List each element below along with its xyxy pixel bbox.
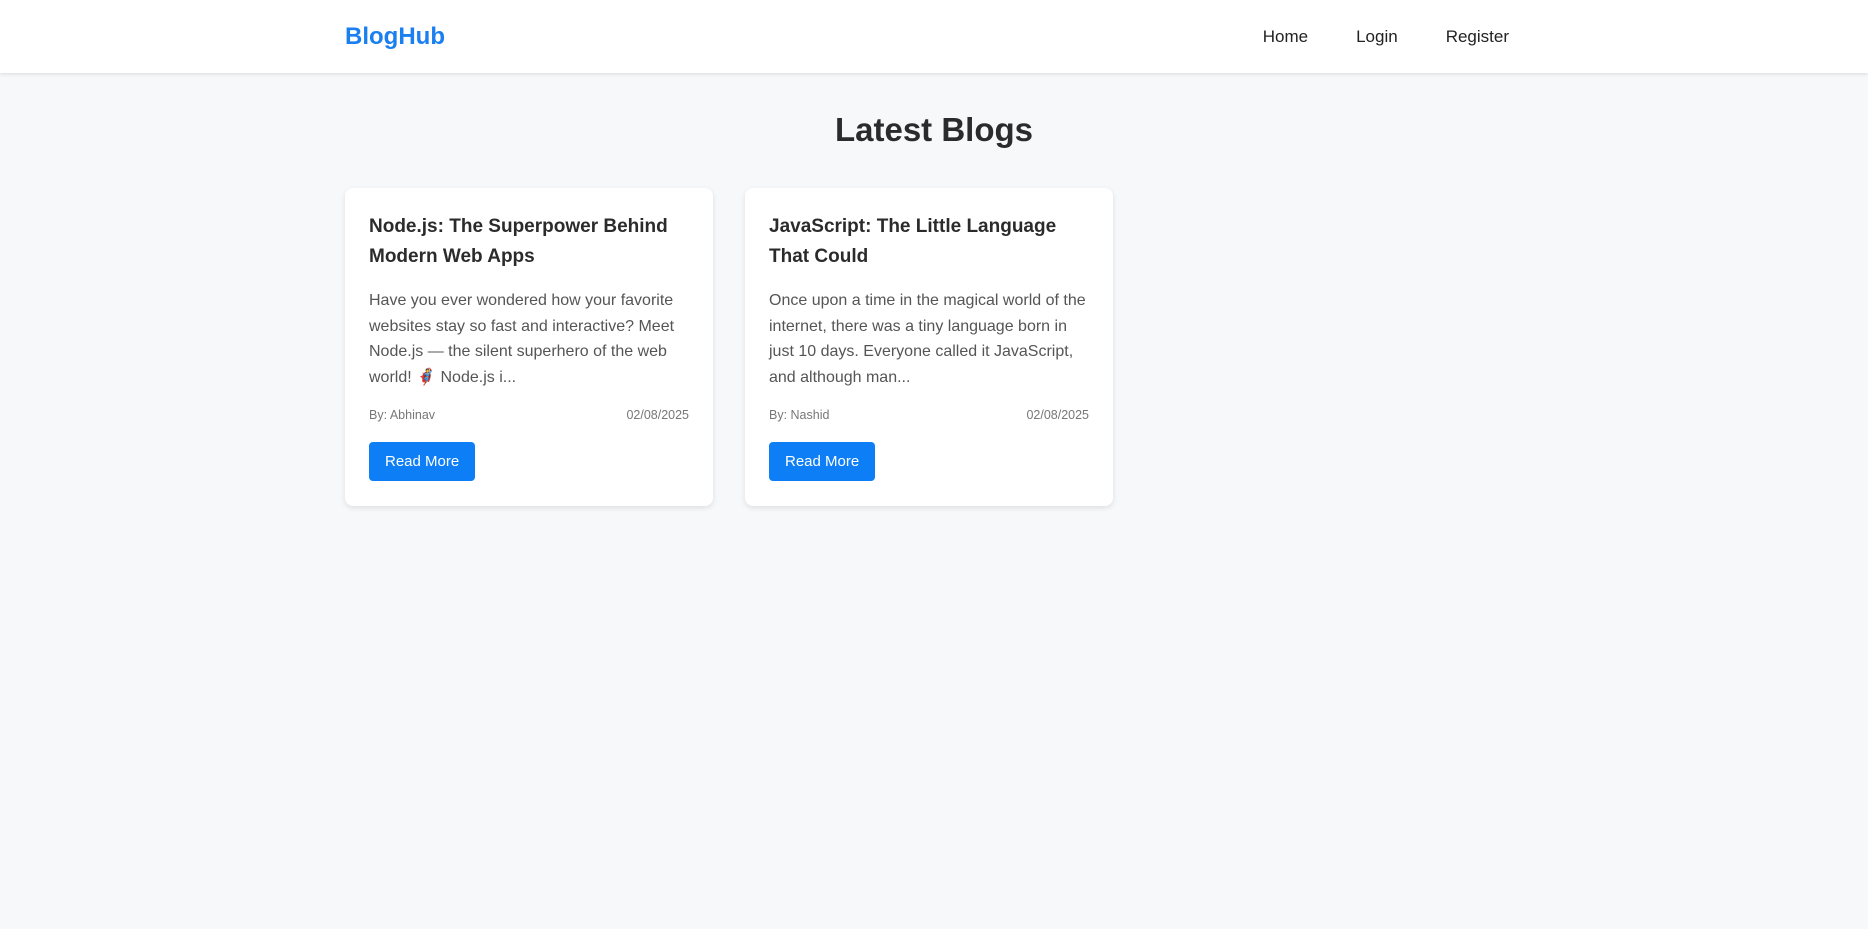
nav-link-register[interactable]: Register [1446, 27, 1509, 47]
blog-card-excerpt: Have you ever wondered how your favorite… [369, 292, 675, 386]
navbar: BlogHub Home Login Register [0, 0, 1868, 73]
blog-card-meta: By: Nashid 02/08/2025 [769, 408, 1089, 422]
blog-grid: Node.js: The Superpower Behind Modern We… [345, 188, 1113, 506]
blog-card: Node.js: The Superpower Behind Modern We… [345, 188, 713, 506]
read-more-button[interactable]: Read More [369, 442, 476, 481]
blog-card-title: JavaScript: The Little Language That Cou… [769, 216, 1057, 267]
main-content: Latest Blogs Node.js: The Superpower Beh… [0, 111, 1868, 506]
blog-card-author: By: Abhinav [369, 408, 436, 422]
nav-link-login[interactable]: Login [1356, 27, 1398, 47]
blog-card-date: 02/08/2025 [1026, 408, 1089, 422]
nav-link-home[interactable]: Home [1263, 27, 1308, 47]
blog-card-date: 02/08/2025 [626, 408, 689, 422]
blog-card-excerpt: Once upon a time in the magical world of… [769, 292, 1086, 386]
blog-card-author: By: Nashid [769, 408, 830, 422]
page-title: Latest Blogs [834, 111, 1034, 148]
navbar-inner: BlogHub Home Login Register [345, 0, 1523, 73]
read-more-button[interactable]: Read More [769, 442, 876, 481]
blog-card: JavaScript: The Little Language That Cou… [745, 188, 1113, 506]
blog-card-title: Node.js: The Superpower Behind Modern We… [369, 216, 668, 267]
brand-logo[interactable]: BlogHub [345, 23, 445, 51]
nav-links: Home Login Register [1263, 27, 1523, 47]
blog-card-meta: By: Abhinav 02/08/2025 [369, 408, 689, 422]
